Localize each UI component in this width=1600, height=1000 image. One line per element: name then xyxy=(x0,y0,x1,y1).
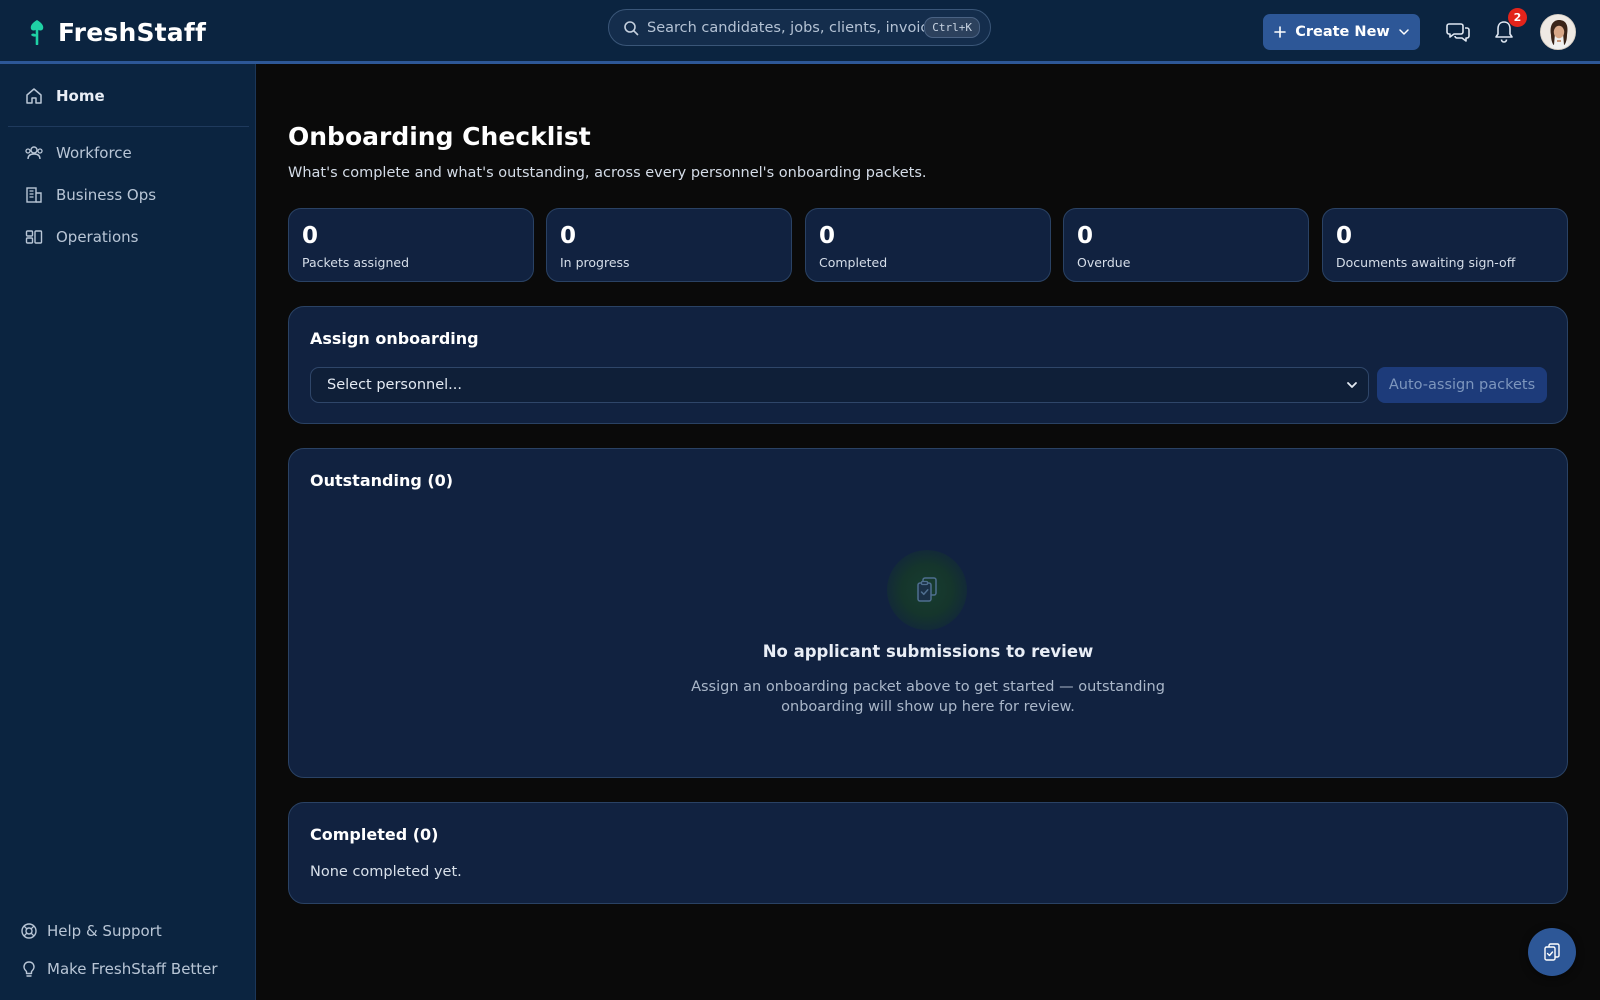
personnel-select[interactable]: Select personnel... xyxy=(310,367,1369,403)
completed-panel: Completed (0) None completed yet. xyxy=(288,802,1568,904)
empty-state-text: None completed yet. xyxy=(310,864,462,880)
onboarding-fab-button[interactable] xyxy=(1528,928,1576,976)
sidebar-item-workforce[interactable]: Workforce xyxy=(8,135,248,171)
stat-card-overdue: 0 Overdue xyxy=(1063,208,1309,282)
search-shortcut-hint: Ctrl+K xyxy=(924,17,980,38)
auto-assign-button[interactable]: Auto-assign packets xyxy=(1377,367,1547,403)
app-name: FreshStaff xyxy=(58,17,207,47)
global-search[interactable]: Ctrl+K xyxy=(608,9,991,46)
empty-state-title: No applicant submissions to review xyxy=(762,642,1094,661)
clipboard-check-icon xyxy=(1542,942,1562,962)
select-value: Select personnel... xyxy=(327,377,463,393)
clipboard-check-icon xyxy=(914,576,940,604)
create-new-label: Create New xyxy=(1295,24,1390,40)
top-bar: FreshStaff Ctrl+K Create New xyxy=(0,0,1600,64)
chat-icon xyxy=(1446,21,1470,43)
sidebar: Home Workforce Business Ops Operations H… xyxy=(0,64,256,1000)
stat-card-documents-awaiting: 0 Documents awaiting sign-off xyxy=(1322,208,1568,282)
panel-title: Completed (0) xyxy=(310,825,439,844)
messages-button[interactable] xyxy=(1444,18,1472,46)
sidebar-item-label: Operations xyxy=(56,228,139,246)
footer-item-label: Help & Support xyxy=(47,922,162,940)
panel-title: Outstanding (0) xyxy=(310,471,454,490)
assign-onboarding-panel: Assign onboarding Select personnel... Au… xyxy=(288,306,1568,424)
sidebar-divider xyxy=(8,126,249,127)
empty-state-illustration xyxy=(887,550,967,630)
dashboard-icon xyxy=(24,227,44,247)
sidebar-item-label: Workforce xyxy=(56,144,132,162)
panel-title: Assign onboarding xyxy=(310,329,479,348)
stat-card-completed: 0 Completed xyxy=(805,208,1051,282)
lightbulb-icon xyxy=(20,960,38,978)
create-new-button[interactable]: Create New xyxy=(1263,14,1420,50)
building-icon xyxy=(24,185,44,205)
page-title: Onboarding Checklist xyxy=(288,122,591,151)
brand[interactable]: FreshStaff xyxy=(26,16,206,48)
search-input[interactable] xyxy=(647,19,925,36)
plus-icon xyxy=(1273,25,1287,39)
empty-state-description: Assign an onboarding packet above to get… xyxy=(691,679,1165,715)
stat-label: Documents awaiting sign-off xyxy=(1336,255,1516,270)
outstanding-panel: Outstanding (0) No applicant submissions… xyxy=(288,448,1568,778)
stat-card-in-progress: 0 In progress xyxy=(546,208,792,282)
stat-label: Completed xyxy=(819,255,888,270)
logo-icon xyxy=(26,19,58,45)
sidebar-item-label: Business Ops xyxy=(56,186,157,204)
search-icon xyxy=(623,20,647,36)
feedback-link[interactable]: Make FreshStaff Better xyxy=(20,956,218,982)
sidebar-item-operations[interactable]: Operations xyxy=(8,219,248,255)
sidebar-item-label: Home xyxy=(56,87,105,105)
stat-value: 0 xyxy=(819,223,836,249)
stat-label: Packets assigned xyxy=(302,255,410,270)
sidebar-item-business-ops[interactable]: Business Ops xyxy=(8,177,248,213)
users-icon xyxy=(24,143,44,163)
footer-item-label: Make FreshStaff Better xyxy=(47,960,218,978)
user-avatar[interactable] xyxy=(1540,14,1576,50)
stat-value: 0 xyxy=(1077,223,1094,249)
sidebar-item-home[interactable]: Home xyxy=(8,78,248,114)
chevron-down-icon xyxy=(1346,379,1358,391)
stat-label: In progress xyxy=(560,255,630,270)
stat-value: 0 xyxy=(1336,223,1353,249)
notification-count-badge: 2 xyxy=(1508,8,1527,27)
help-support-link[interactable]: Help & Support xyxy=(20,918,162,944)
chevron-down-icon xyxy=(1398,26,1410,38)
stat-card-packets-assigned: 0 Packets assigned xyxy=(288,208,534,282)
home-icon xyxy=(24,86,44,106)
stat-value: 0 xyxy=(560,223,577,249)
stat-label: Overdue xyxy=(1077,255,1131,270)
stat-value: 0 xyxy=(302,223,319,249)
lifebuoy-icon xyxy=(20,922,38,940)
page-subtitle: What's complete and what's outstanding, … xyxy=(288,165,927,181)
